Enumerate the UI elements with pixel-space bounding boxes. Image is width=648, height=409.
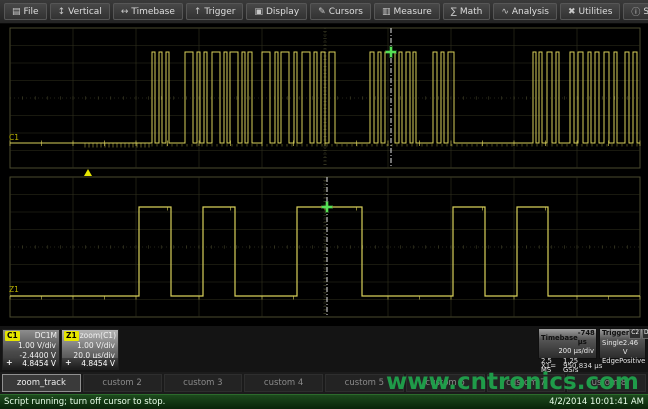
vertical-arrows-icon: ↕	[58, 7, 66, 17]
waveform-display[interactable]: C1 Z1	[0, 24, 648, 326]
menu-label: Math	[460, 7, 483, 17]
horizontal-arrows-icon: ↔	[121, 7, 129, 17]
trigger-source-badge: C2	[629, 329, 641, 339]
c1-descriptor-box[interactable]: C1 DC1M 1.00 V/div -2.4400 V + 4.8454 V	[2, 329, 60, 370]
menu-label: Measure	[394, 7, 432, 17]
trigger-box[interactable]: Trigger C2 DC Single 2.46 V Edge Positiv…	[599, 328, 646, 359]
c1-waveform	[10, 52, 640, 143]
menu-label: Vertical	[68, 7, 102, 17]
trace-label-z1: Z1	[9, 285, 19, 294]
crosshair-icon: +	[65, 358, 72, 368]
c1-badge: C1	[5, 331, 20, 341]
scope-grids[interactable]: C1 Z1	[0, 24, 648, 326]
z1-descriptor-box[interactable]: Z1 zoom(C1) 1.00 V/div 20.0 µs/div + 4.8…	[61, 329, 119, 370]
math-icon: ∑	[451, 7, 457, 17]
cursor-pencil-icon: ✎	[318, 7, 326, 17]
menu-measure-button[interactable]: ▥Measure	[374, 3, 440, 20]
z1-waveform	[10, 207, 640, 296]
trigger-coupling-badge: DC	[642, 329, 648, 339]
z1-source: zoom(C1)	[80, 331, 116, 341]
menu-items: ▤File↕Vertical↔Timebase↑Trigger▣Display✎…	[4, 3, 648, 20]
trigger-level: 2.46 V	[623, 339, 643, 357]
menu-vertical-button[interactable]: ↕Vertical	[50, 3, 110, 20]
menu-analysis-button[interactable]: ∿Analysis	[493, 3, 557, 20]
c1-scale: 1.00 V/div	[3, 341, 59, 351]
menu-file-button[interactable]: ▤File	[4, 3, 47, 20]
menu-label: Display	[266, 7, 299, 17]
info-bar: C1 DC1M 1.00 V/div -2.4400 V + 4.8454 V …	[0, 326, 648, 372]
status-bar: Script running; turn off cursor to stop.…	[0, 394, 648, 409]
menu-label: Support	[643, 7, 648, 17]
file-icon: ▤	[12, 7, 21, 17]
menu-utilities-button[interactable]: ✖Utilities	[560, 3, 620, 20]
menu-label: Timebase	[131, 7, 174, 17]
custom-button-zoom_track[interactable]: zoom_track	[2, 374, 81, 392]
menu-trigger-button[interactable]: ↑Trigger	[186, 3, 244, 20]
custom-button-custom-4[interactable]: custom 4	[244, 374, 323, 392]
clock: 4/2/2014 10:01:41 AM	[549, 397, 644, 407]
c1-cursor-value: 4.8454 V	[22, 359, 56, 369]
watermark: www.cntronics.com	[386, 369, 639, 395]
trigger-position-marker	[84, 169, 92, 176]
menu-display-button[interactable]: ▣Display	[246, 3, 307, 20]
timebase-title: Timebase	[541, 334, 578, 343]
z1-cursor-value: 4.8454 V	[81, 359, 115, 369]
menu-label: Trigger	[204, 7, 235, 17]
trigger-title: Trigger	[602, 329, 629, 338]
status-message: Script running; turn off cursor to stop.	[4, 397, 165, 407]
trace-label-c1: C1	[9, 133, 19, 142]
menu-label: Utilities	[579, 7, 613, 17]
custom-button-custom-3[interactable]: custom 3	[164, 374, 243, 392]
menu-bar: ▤File↕Vertical↔Timebase↑Trigger▣Display✎…	[0, 0, 648, 24]
menu-support-button[interactable]: ⓘSupport	[623, 3, 648, 20]
trigger-slope: Positive	[619, 357, 645, 366]
timebase-box[interactable]: Timebase -748 µs 200 µs/div 2.5 MS 1.25 …	[538, 328, 597, 359]
z1-badge: Z1	[64, 331, 79, 341]
menu-cursors-button[interactable]: ✎Cursors	[310, 3, 371, 20]
trigger-edge-icon: ↑	[194, 7, 202, 17]
menu-label: File	[24, 7, 39, 17]
crosshair-icon: +	[6, 358, 13, 368]
z1-scale: 1.00 V/div	[62, 341, 118, 351]
measure-icon: ▥	[382, 7, 391, 17]
analysis-chart-icon: ∿	[501, 7, 509, 17]
c1-coupling: DC1M	[35, 331, 57, 341]
oscilloscope-screen: ▤File↕Vertical↔Timebase↑Trigger▣Display✎…	[0, 0, 648, 409]
support-info-icon: ⓘ	[631, 5, 640, 18]
utilities-icon: ✖	[568, 7, 576, 17]
timebase-delay: -748 µs	[578, 329, 595, 347]
custom-button-custom-2[interactable]: custom 2	[83, 374, 162, 392]
trigger-mode: Single	[602, 339, 623, 357]
menu-math-button[interactable]: ∑Math	[443, 3, 491, 20]
menu-timebase-button[interactable]: ↔Timebase	[113, 3, 183, 20]
timebase-scale: 200 µs/div	[539, 347, 596, 356]
menu-label: Analysis	[512, 7, 549, 17]
trigger-type: Edge	[602, 357, 619, 366]
menu-label: Cursors	[329, 7, 363, 17]
display-icon: ▣	[254, 7, 263, 17]
